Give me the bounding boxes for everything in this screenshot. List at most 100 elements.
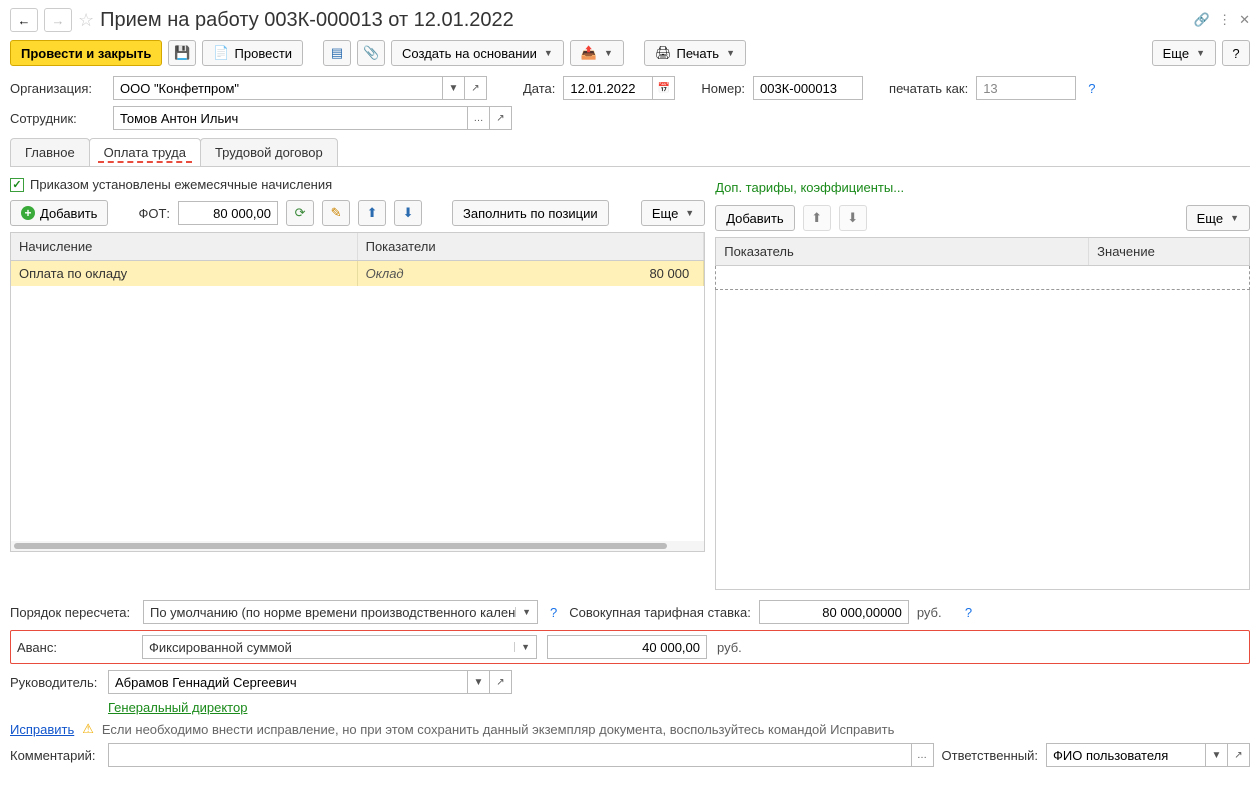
add-rate-button[interactable]: Добавить [715, 205, 794, 231]
new-row-input[interactable] [715, 266, 1250, 290]
rate-input[interactable] [759, 600, 909, 624]
nav-fwd-button[interactable]: → [44, 8, 72, 32]
edit-button[interactable]: ✎ [322, 200, 350, 226]
attach-button[interactable]: 📎 [357, 40, 385, 66]
left-more-button[interactable]: Еще▼ [641, 200, 705, 226]
recalc-select[interactable]: По умолчанию (по норме времени производс… [143, 600, 538, 624]
post-button[interactable]: 📄Провести [202, 40, 303, 66]
move-down-button[interactable]: ⬇ [394, 200, 422, 226]
save-button[interactable]: 💾 [168, 40, 196, 66]
extra-rates-link[interactable]: Доп. тарифы, коэффициенты... [715, 180, 904, 195]
responsible-input[interactable] [1046, 743, 1206, 767]
link-icon[interactable]: 🔗 [1194, 12, 1210, 28]
currency-label: руб. [917, 605, 953, 620]
report-icon: ▤ [331, 45, 343, 61]
post-and-close-button[interactable]: Провести и закрыть [10, 40, 162, 66]
floppy-icon: 💾 [174, 45, 190, 61]
paperclip-icon: 📎 [363, 45, 379, 61]
fix-link[interactable]: Исправить [10, 722, 74, 737]
report-button[interactable]: ▤ [323, 40, 351, 66]
cell-indicator-name: Оклад [366, 266, 606, 281]
open-icon[interactable]: ↗ [1228, 743, 1250, 767]
comment-input[interactable] [108, 743, 912, 767]
chevron-down-icon: ▼ [544, 48, 553, 58]
chevron-down-icon: ▼ [685, 208, 694, 218]
col-indicator-header[interactable]: Показатель [716, 238, 1089, 265]
advance-amount-input[interactable] [547, 635, 707, 659]
dropdown-icon[interactable]: ▼ [468, 670, 490, 694]
folder-dropdown-button[interactable]: 📤▼ [570, 40, 624, 66]
rates-grid-body[interactable] [715, 290, 1250, 590]
arrow-up-icon: ⬆ [367, 205, 378, 221]
tab-payroll[interactable]: Оплата труда [89, 138, 201, 166]
right-move-up-button[interactable]: ⬆ [803, 205, 831, 231]
help-button[interactable]: ? [1222, 40, 1250, 66]
responsible-label: Ответственный: [942, 748, 1038, 763]
print-as-input[interactable] [976, 76, 1076, 100]
move-up-button[interactable]: ⬆ [358, 200, 386, 226]
create-based-button[interactable]: Создать на основании▼ [391, 40, 564, 66]
plus-icon: + [21, 206, 35, 220]
col-indicators-header[interactable]: Показатели [358, 233, 705, 260]
refresh-icon: ⟳ [295, 205, 306, 221]
help-icon[interactable]: ? [546, 605, 561, 620]
fot-label: ФОТ: [138, 206, 170, 221]
toolbar-more-button[interactable]: Еще▼ [1152, 40, 1216, 66]
chevron-down-icon: ▼ [726, 48, 735, 58]
calendar-icon[interactable]: 📅 [653, 76, 675, 100]
post-icon: 📄 [213, 45, 229, 61]
open-icon[interactable]: ↗ [490, 106, 512, 130]
page-title: Прием на работу 003К-000013 от 12.01.202… [100, 9, 514, 32]
cell-accrual-name: Оплата по окладу [11, 261, 358, 286]
open-icon[interactable]: ↗ [465, 76, 487, 100]
rate-label: Совокупная тарифная ставка: [569, 605, 751, 620]
advance-label: Аванс: [17, 640, 132, 655]
org-label: Организация: [10, 81, 105, 96]
refresh-button[interactable]: ⟳ [286, 200, 314, 226]
tab-contract[interactable]: Трудовой договор [200, 138, 338, 166]
col-accrual-header[interactable]: Начисление [11, 233, 358, 260]
fill-by-position-button[interactable]: Заполнить по позиции [452, 200, 609, 226]
col-value-header[interactable]: Значение [1089, 238, 1249, 265]
accruals-grid: Начисление Показатели Оплата по окладу О… [10, 232, 705, 552]
horizontal-scrollbar[interactable] [11, 541, 704, 551]
dropdown-icon[interactable]: ▼ [1206, 743, 1228, 767]
help-icon[interactable]: ? [1084, 81, 1099, 96]
help-icon[interactable]: ? [961, 605, 976, 620]
monthly-accruals-label: Приказом установлены ежемесячные начисле… [30, 177, 332, 192]
advance-type-select[interactable]: Фиксированной суммой ▼ [142, 635, 537, 659]
number-label: Номер: [701, 81, 745, 96]
open-icon[interactable]: ↗ [490, 670, 512, 694]
kebab-icon[interactable]: ⋮ [1218, 12, 1231, 28]
add-accrual-button[interactable]: +Добавить [10, 200, 108, 226]
chevron-down-icon: ▼ [514, 642, 530, 652]
employee-label: Сотрудник: [10, 111, 105, 126]
chevron-down-icon: ▼ [1230, 213, 1239, 223]
org-input[interactable] [113, 76, 443, 100]
number-input[interactable] [753, 76, 863, 100]
dropdown-icon[interactable]: ▼ [443, 76, 465, 100]
monthly-accruals-checkbox[interactable]: ✓ [10, 178, 24, 192]
right-move-down-button[interactable]: ⬇ [839, 205, 867, 231]
tab-main[interactable]: Главное [10, 138, 90, 166]
manager-label: Руководитель: [10, 675, 100, 690]
close-icon[interactable]: ✕ [1239, 12, 1250, 28]
nav-back-button[interactable]: ← [10, 8, 38, 32]
fot-input[interactable] [178, 201, 278, 225]
manager-input[interactable] [108, 670, 468, 694]
ellipsis-icon[interactable]: … [468, 106, 490, 130]
print-as-label: печатать как: [889, 81, 968, 96]
folder-out-icon: 📤 [581, 45, 597, 61]
table-row[interactable]: Оплата по окладу Оклад 80 000 [11, 261, 704, 286]
cell-indicator-value: 80 000 [605, 266, 695, 281]
chevron-down-icon: ▼ [515, 607, 531, 617]
right-more-button[interactable]: Еще▼ [1186, 205, 1250, 231]
warning-icon: ⚠ [82, 721, 94, 737]
ellipsis-icon[interactable]: … [912, 743, 934, 767]
arrow-down-icon: ⬇ [847, 210, 858, 226]
employee-input[interactable] [113, 106, 468, 130]
manager-title-link[interactable]: Генеральный директор [108, 700, 247, 715]
print-button[interactable]: 🖨Печать▼ [644, 40, 746, 66]
date-input[interactable] [563, 76, 653, 100]
favorite-star-icon[interactable]: ☆ [78, 10, 94, 31]
